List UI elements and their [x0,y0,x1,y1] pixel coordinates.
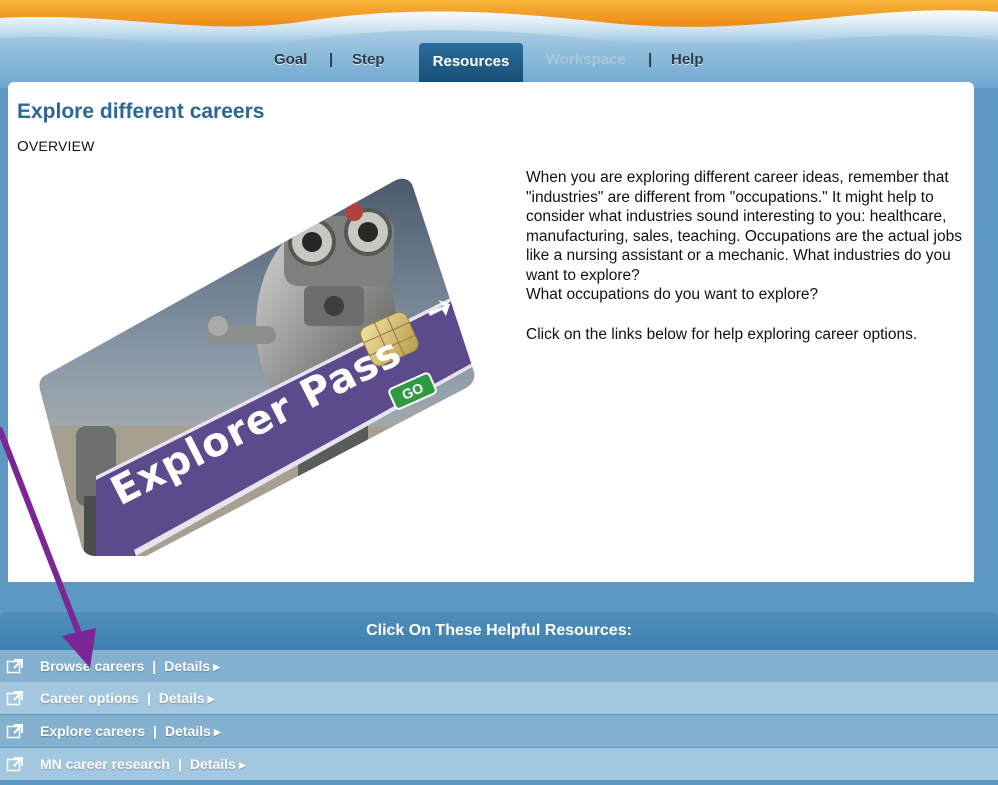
external-link-icon[interactable] [6,723,24,739]
caret-right-icon: ▶ [207,694,215,704]
section-label: OVERVIEW [17,138,95,155]
nav-separator: | [329,51,334,68]
tab-step[interactable]: Step [352,51,385,68]
resource-separator: | [153,723,157,739]
details-link[interactable]: Details [165,723,211,739]
resources-section: Click On These Helpful Resources: Browse… [0,612,998,785]
page-title: Explore different careers [17,100,265,123]
resource-link[interactable]: Career options [40,690,139,706]
resource-row-mn-career-research: MN career research | Details ▶ [0,748,998,780]
resource-link[interactable]: MN career research [40,756,170,772]
tab-resources[interactable]: Resources [419,43,523,82]
resource-separator: | [146,690,151,706]
intro-paragraph: What occupations do you want to explore? [526,286,819,303]
tab-workspace: Workspace [546,51,626,68]
external-link-icon[interactable] [6,756,24,772]
tab-help[interactable]: Help [671,51,704,68]
details-link[interactable]: Details [159,690,205,706]
nav-separator: | [648,51,653,68]
resource-link[interactable]: Browse careers [40,658,144,674]
section-label-text: OVERVIEW [17,138,95,155]
resources-heading: Click On These Helpful Resources: [0,612,998,650]
main-nav: Goal | Step Resources Workspace | Help [0,43,998,82]
app-header: Goal | Step Resources Workspace | Help [0,0,998,88]
resource-separator: | [152,658,157,674]
resource-row-explore-careers: Explore careers | Details ▶ [0,715,998,747]
caret-right-icon: ▶ [213,662,221,672]
explorer-pass-card-image: GO Explorer Pass [39,178,475,556]
details-link[interactable]: Details [190,756,236,772]
intro-paragraph: Click on the links below for help explor… [526,325,918,343]
resource-link[interactable]: Explore careers [40,723,145,739]
external-link-icon[interactable] [6,658,24,674]
tab-goal[interactable]: Goal [274,51,307,68]
caret-right-icon: ▶ [213,727,221,737]
caret-right-icon: ▶ [238,760,246,770]
intro-paragraph: When you are exploring different career … [526,169,962,284]
external-link-icon[interactable] [6,690,24,706]
resource-row-career-options: Career options | Details ▶ [0,682,998,714]
resource-row-browse-careers: Browse careers | Details ▶ [0,650,998,682]
details-link[interactable]: Details [164,658,210,674]
resource-separator: | [177,756,182,772]
intro-text: When you are exploring different career … [526,168,966,344]
